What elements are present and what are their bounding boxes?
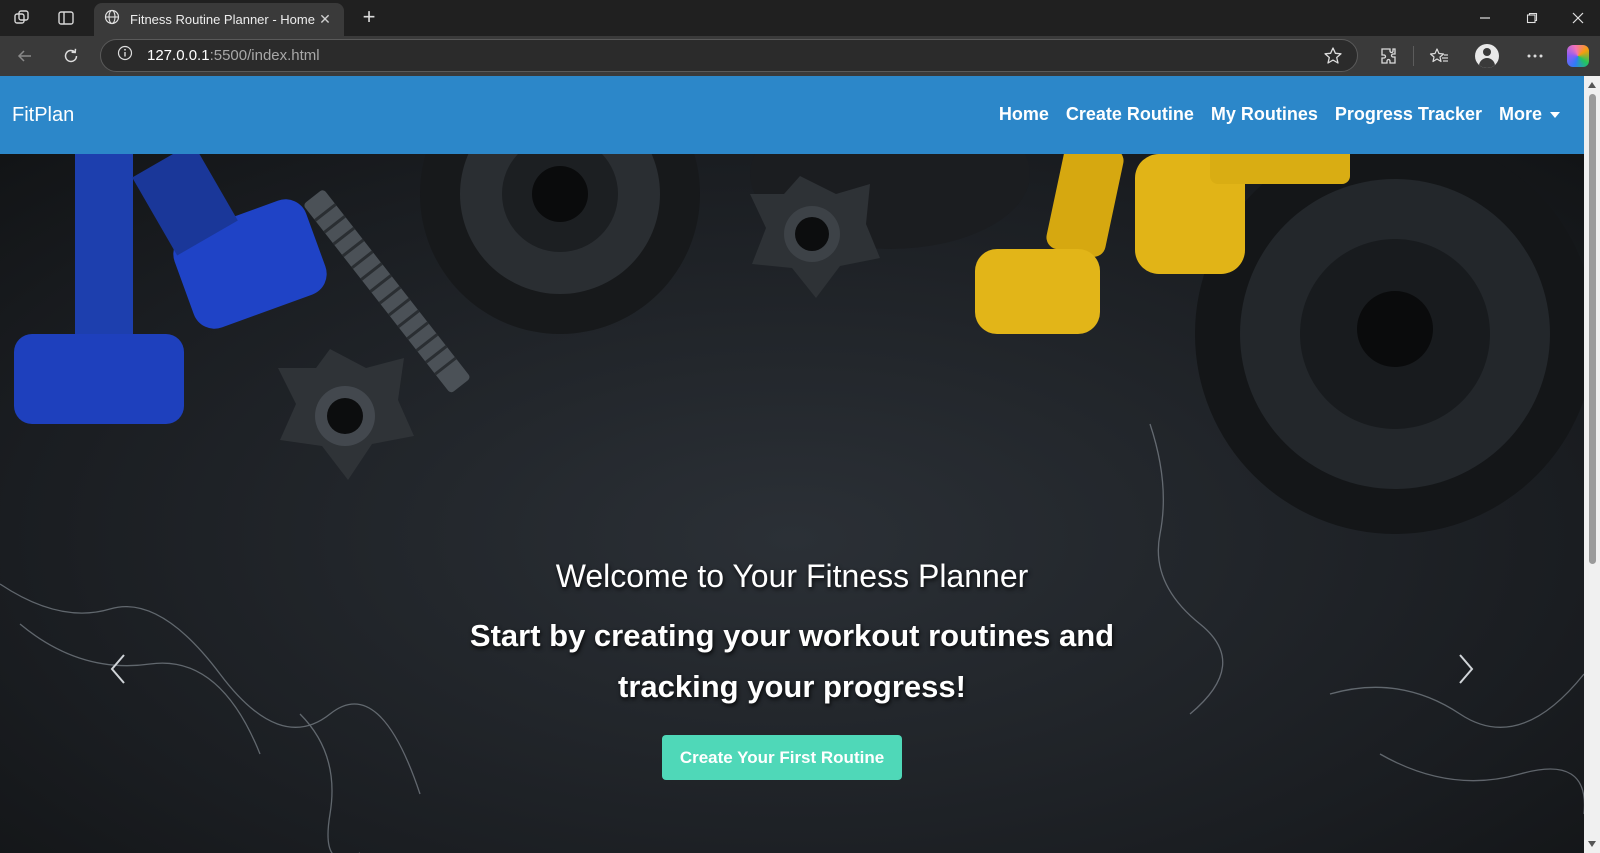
- scrollbar-thumb[interactable]: [1589, 94, 1596, 564]
- nav-dropdown-more[interactable]: More: [1499, 104, 1560, 125]
- nav-link-create-routine[interactable]: Create Routine: [1066, 104, 1194, 125]
- page-scrollbar[interactable]: [1584, 76, 1600, 853]
- chevron-left-icon[interactable]: [104, 649, 134, 689]
- address-bar[interactable]: 127.0.0.1:5500/index.html: [100, 39, 1358, 72]
- profile-icon[interactable]: [1474, 44, 1500, 68]
- nav-link-home[interactable]: Home: [999, 104, 1049, 125]
- nav-link-my-routines[interactable]: My Routines: [1211, 104, 1318, 125]
- minimize-icon[interactable]: [1465, 6, 1505, 30]
- tab-strip: Fitness Routine Planner - Home ✕ +: [0, 0, 1600, 36]
- info-icon[interactable]: [117, 45, 133, 66]
- scroll-up-arrow-icon[interactable]: [1588, 82, 1596, 88]
- restore-icon[interactable]: [1512, 6, 1552, 30]
- favorites-icon[interactable]: [1426, 44, 1452, 68]
- workspaces-icon[interactable]: [8, 6, 36, 30]
- toolbar-divider: [1413, 46, 1414, 66]
- copilot-icon[interactable]: [1565, 44, 1591, 68]
- nav-more-label: More: [1498, 104, 1542, 124]
- new-tab-button[interactable]: +: [356, 6, 382, 30]
- close-tab-icon[interactable]: ✕: [316, 11, 334, 28]
- reload-icon[interactable]: [58, 44, 84, 68]
- active-tab[interactable]: Fitness Routine Planner - Home ✕: [94, 3, 344, 36]
- nav-link-progress-tracker[interactable]: Progress Tracker: [1335, 104, 1482, 125]
- url-host: 127.0.0.1: [147, 47, 210, 64]
- nav-links: Home Create Routine My Routines Progress…: [999, 104, 1560, 125]
- create-first-routine-button[interactable]: Create Your First Routine: [662, 735, 902, 780]
- caret-down-icon: [1550, 112, 1560, 119]
- star-icon[interactable]: [1323, 46, 1343, 71]
- browser-toolbar: 127.0.0.1:5500/index.html: [0, 36, 1600, 76]
- globe-icon: [104, 9, 120, 30]
- hero-subtitle: Start by creating your workout routines …: [469, 618, 1115, 704]
- url-path: :5500/index.html: [209, 47, 320, 64]
- site-navbar: FitPlan Home Create Routine My Routines …: [0, 76, 1584, 154]
- chevron-right-icon[interactable]: [1450, 649, 1480, 689]
- close-icon[interactable]: [1558, 6, 1598, 30]
- back-icon[interactable]: [12, 44, 38, 68]
- hero-welcome-heading: Welcome to Your Fitness Planner: [555, 558, 1029, 594]
- tab-title: Fitness Routine Planner - Home: [130, 12, 315, 27]
- brand-logo[interactable]: FitPlan: [12, 104, 74, 127]
- more-icon[interactable]: [1522, 44, 1548, 68]
- extensions-icon[interactable]: [1376, 44, 1402, 68]
- scroll-down-arrow-icon[interactable]: [1588, 841, 1596, 847]
- tab-actions-icon[interactable]: [52, 6, 80, 30]
